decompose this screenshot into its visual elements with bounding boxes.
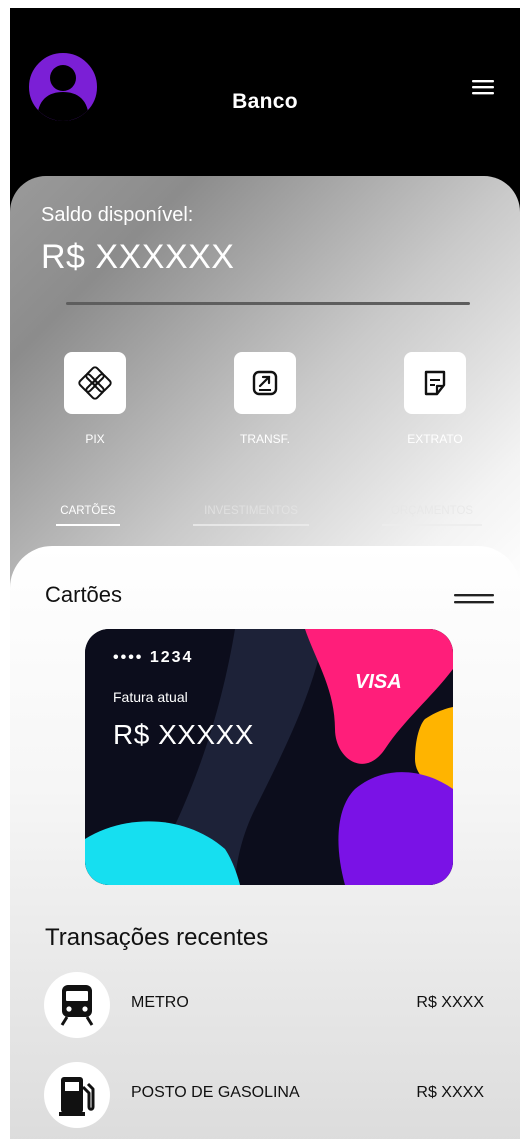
balance-value: R$ XXXXXX (41, 238, 235, 276)
tab-cartoes-underline (56, 524, 120, 526)
transactions-title: Transações recentes (45, 924, 269, 951)
cards-title: Cartões (45, 582, 123, 607)
transaction-row-posto[interactable]: POSTO DE GASOLINA R$ XXXX (44, 1062, 484, 1128)
tab-cartoes[interactable]: CARTÕES (56, 505, 120, 517)
card-fatura-label: Fatura atual (113, 689, 188, 705)
transaction-row-metro[interactable]: METRO R$ XXXX (44, 972, 484, 1038)
transaction-amount: R$ XXXX (416, 1084, 484, 1101)
hamburger-menu-icon[interactable] (471, 78, 495, 96)
train-icon (60, 985, 94, 1026)
pix-button[interactable]: PIX (50, 352, 140, 446)
pix-label: PIX (85, 432, 105, 446)
visa-logo: VISA (355, 671, 402, 693)
balance-label: Saldo disponível: (41, 204, 194, 226)
tab-investimentos-underline (193, 524, 309, 526)
app-title: Banco (232, 90, 298, 113)
fuel-pump-icon (59, 1077, 95, 1116)
card-number: •••• 1234 (113, 649, 194, 666)
transfer-button[interactable]: TRANSF. (220, 352, 310, 446)
app-screen: Banco Saldo disponível: R$ XXXXXX PIX TR… (10, 8, 520, 1139)
train-icon-circle (44, 972, 110, 1038)
credit-card[interactable]: •••• 1234 VISA Fatura atual R$ XXXXX (85, 629, 453, 885)
statement-icon-box (404, 352, 466, 414)
pix-icon-box (64, 352, 126, 414)
transfer-icon-box (234, 352, 296, 414)
divider (66, 302, 470, 305)
transfer-icon (252, 370, 278, 396)
tab-investimentos[interactable]: INVESTIMENTOS (193, 505, 309, 517)
balance-panel: Saldo disponível: R$ XXXXXX PIX TRANSF. … (10, 176, 520, 596)
tab-orcamentos[interactable]: ORÇAMENTOS (382, 505, 482, 517)
cards-sheet: Cartões •••• 1234 VISA Fatura atual R$ X… (10, 546, 520, 1139)
cards-menu-icon[interactable] (454, 592, 494, 606)
card-background-art (85, 629, 453, 885)
fuel-pump-icon-circle (44, 1062, 110, 1128)
tab-orcamentos-underline (382, 524, 482, 526)
transaction-name: POSTO DE GASOLINA (131, 1084, 300, 1101)
pix-icon (78, 366, 112, 400)
card-amount: R$ XXXXX (113, 719, 254, 750)
statement-icon (424, 370, 446, 396)
transfer-label: TRANSF. (239, 432, 290, 446)
statement-label: EXTRATO (407, 432, 463, 446)
transaction-amount: R$ XXXX (416, 994, 484, 1011)
statement-button[interactable]: EXTRATO (390, 352, 480, 446)
transaction-name: METRO (131, 994, 189, 1011)
